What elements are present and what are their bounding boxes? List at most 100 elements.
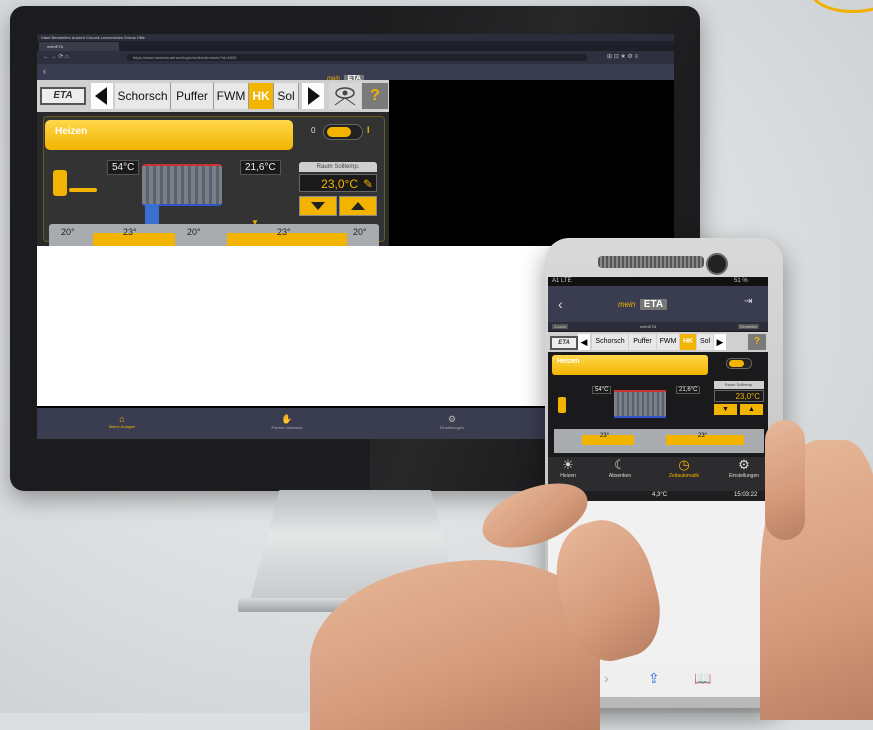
phone-mode-zeitautomatik[interactable]: ◷ Zeitautomatik xyxy=(656,457,712,479)
share-icon[interactable]: ⇪ xyxy=(648,670,660,687)
phone-setpoint-down[interactable]: ▼ xyxy=(714,404,737,415)
phone-timeline-label: 23° xyxy=(600,433,610,439)
phone-help-button[interactable]: ? xyxy=(748,334,766,350)
nav-arrows-icon[interactable]: ← → ⟳ ⌂ xyxy=(43,53,69,60)
timeline-segment-label: 20° xyxy=(353,227,367,237)
phone-outdoor-temp: 4,3°C xyxy=(652,492,668,498)
supply-temp: 54°C xyxy=(107,160,140,175)
address-bar[interactable]: https://www.meineta.at/user/login/redire… xyxy=(127,54,587,61)
finger-right xyxy=(765,420,805,540)
phone-logo-brand: ETA xyxy=(639,299,668,310)
tab-schorsch[interactable]: Schorsch xyxy=(115,83,171,109)
arrow-down-icon xyxy=(311,202,325,210)
setpoint-value[interactable]: 23,0°C ✎ xyxy=(299,174,377,192)
tab-fwm[interactable]: FWM xyxy=(214,83,249,109)
phone-mode-label: Heizen xyxy=(560,473,576,479)
phone-timeline[interactable]: 23° 23° xyxy=(554,429,764,453)
timeline-segment-label: 20° xyxy=(61,227,75,237)
tab-next-button[interactable] xyxy=(302,83,324,109)
phone-clock-icon: ◷ xyxy=(678,457,690,472)
phone-tab-puffer[interactable]: Puffer xyxy=(629,334,656,350)
room-temp: 21,6°C xyxy=(240,160,281,175)
phone-tab-next[interactable]: ▶ xyxy=(714,334,726,350)
phone-mode-einstellungen[interactable]: ⚙ Einstellungen xyxy=(720,457,768,479)
help-button[interactable]: ? xyxy=(362,83,388,109)
tab-prev-button[interactable] xyxy=(91,83,113,109)
nav-label: Meine Anlagen xyxy=(108,424,136,429)
phone-appbar: ‹ mein ETA ⇥ xyxy=(548,286,768,322)
phone-toggle[interactable] xyxy=(726,358,752,369)
phone-statusbar: A1 LTE 51 % xyxy=(548,277,768,286)
phone-mode-heizen[interactable]: ☀ Heizen xyxy=(548,457,588,479)
phone-mode-absenken[interactable]: ☾ Absenken xyxy=(598,457,642,479)
phone-setpoint-value[interactable]: 23,0°C xyxy=(714,390,764,402)
eta-logo-text: ETA xyxy=(53,90,73,101)
toggle-knob xyxy=(327,127,351,137)
timeline-segment-label: 23° xyxy=(277,227,291,237)
phone-camera xyxy=(706,253,728,275)
bookmarks-icon[interactable]: 📖 xyxy=(694,670,711,687)
arrow-right-icon xyxy=(308,87,320,105)
meineta-appbar: ‹ mein ETA xyxy=(37,64,674,82)
setpoint-up-button[interactable] xyxy=(339,196,377,216)
nav-meine-anlagen[interactable]: ⌂ Meine Anlagen xyxy=(77,414,167,429)
phone-mode-label: Absenken xyxy=(608,473,632,479)
back-chevron-icon[interactable]: ‹ xyxy=(43,66,46,76)
phone-clock-time: 15:03:22 xyxy=(734,492,758,498)
buffer-pipe xyxy=(69,188,97,192)
eta-tabs-row: ETA Schorsch Puffer FWM HK Sol ? xyxy=(37,80,389,112)
tab-sol[interactable]: Sol xyxy=(274,83,299,109)
phone-setpoint-up[interactable]: ▲ xyxy=(740,404,763,415)
phone-settings-button[interactable]: Einstellen xyxy=(738,324,760,329)
setpoint-down-button[interactable] xyxy=(299,196,337,216)
setpoint-value-text: 23,0°C xyxy=(321,177,358,191)
home-icon: ⌂ xyxy=(119,414,125,424)
browser-tab[interactable]: meinETA xyxy=(39,42,119,51)
forward-icon[interactable]: › xyxy=(604,670,609,686)
heating-toggle[interactable] xyxy=(323,124,363,140)
phone-radiator-icon xyxy=(614,390,666,418)
logout-icon[interactable]: ⇥ xyxy=(744,296,752,307)
phone-mode-bar: ☀ Heizen ☾ Absenken ◷ Zeitautomatik ⚙ Einste… xyxy=(548,457,768,491)
phone-tab-sol[interactable]: Sol xyxy=(697,334,713,350)
phone-tab-schorsch[interactable]: Schorsch xyxy=(592,334,628,350)
phone-tab-prev[interactable]: ◀ xyxy=(578,334,590,350)
tab-hk[interactable]: HK xyxy=(249,83,274,109)
eye-icon xyxy=(334,87,356,106)
phone-setpoint-label: Raum Solltemp. xyxy=(714,381,764,389)
buffer-tank-icon xyxy=(53,170,67,196)
browser-tab-title: meinETA xyxy=(47,44,64,49)
phone-tab-fwm[interactable]: FWM xyxy=(657,334,679,350)
address-url: https://www.meineta.at/user/login/redire… xyxy=(133,55,237,60)
phone-speaker xyxy=(598,256,704,268)
timeline-segment-label: 20° xyxy=(187,227,201,237)
phone-logo-prefix: mein xyxy=(618,300,636,309)
nav-einstellungen[interactable]: ⚙ Einstellungen xyxy=(407,414,497,430)
radiator-icon xyxy=(142,164,222,206)
status-banner: Heizen xyxy=(45,120,293,150)
setpoint-label: Raum Solltemp. xyxy=(299,162,377,172)
view-button[interactable] xyxy=(329,83,361,109)
phone-title: meinETA xyxy=(640,324,657,329)
phone-back-button[interactable]: Zurück xyxy=(552,324,569,329)
phone-mode-label: Einstellungen xyxy=(728,473,760,479)
nav-partner-netzwerk[interactable]: ✋ Partner-Netzwerk xyxy=(242,414,332,430)
phone-supply-temp: 54°C xyxy=(592,386,612,394)
browser-toolbar-icons[interactable]: ⊞ ⊡ ★ ⚙ ≡ xyxy=(607,53,638,60)
browser-menu-text[interactable]: Datei Bearbeiten Ansicht Chronik Lesezei… xyxy=(41,35,145,40)
phone-status-text: Heizen xyxy=(557,358,580,365)
tab-puffer[interactable]: Puffer xyxy=(171,83,214,109)
phone-eta-logo: ETA xyxy=(550,336,578,350)
phone-back-icon[interactable]: ‹ xyxy=(558,296,563,312)
handshake-icon: ✋ xyxy=(281,414,293,424)
browser-menubar: Datei Bearbeiten Ansicht Chronik Lesezei… xyxy=(37,34,674,41)
arrow-up-icon xyxy=(351,202,365,210)
phone-battery: 51 % xyxy=(734,278,748,284)
nav-label: Einstellungen xyxy=(439,425,465,430)
phone-room-temp: 21,6°C xyxy=(676,386,701,394)
phone-buffer-icon xyxy=(558,397,566,413)
browser-toolbar: ← → ⟳ ⌂ https://www.meineta.at/user/logi… xyxy=(37,51,674,64)
phone-mode-label: Zeitautomatik xyxy=(668,473,699,479)
phone-tab-hk[interactable]: HK xyxy=(680,334,696,350)
toggle-off-label: 0 xyxy=(311,126,316,135)
